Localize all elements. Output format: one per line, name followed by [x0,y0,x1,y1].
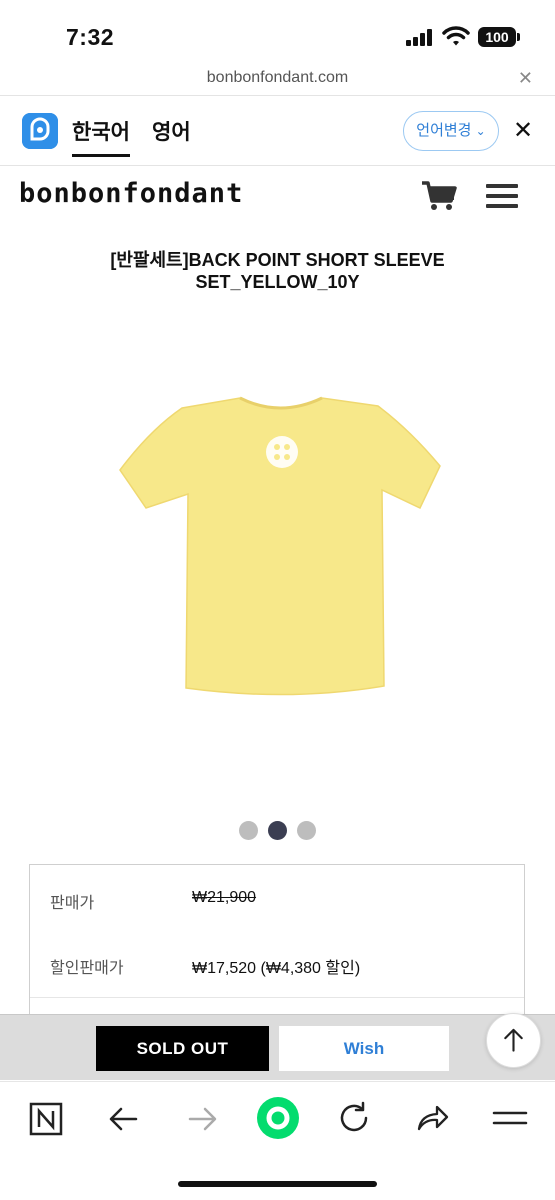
carousel-dot[interactable] [297,821,316,840]
carousel-dot[interactable] [239,821,258,840]
menu-icon[interactable] [490,1098,530,1138]
chevron-down-icon: ⌄ [475,124,486,138]
wish-button[interactable]: Wish [279,1026,449,1071]
site-logo[interactable]: bonbonfondant [19,178,243,209]
close-icon[interactable]: ✕ [518,68,533,89]
discount-price-label: 할인판매가 [50,960,124,977]
battery-icon: 100 [478,27,516,47]
translate-bar: 한국어 영어 언어변경 ⌄ ✕ [0,96,555,166]
browser-toolbar [0,1081,555,1200]
sale-price-value: ₩21,900 [192,889,257,906]
product-image[interactable] [110,390,450,730]
carousel-dots [239,821,319,841]
url-bar[interactable]: bonbonfondant.com ✕ [0,64,555,96]
discount-price-value: ₩17,520 (₩4,380 할인) [192,960,361,977]
buy-bar: SOLD OUT Wish [0,1014,555,1080]
divider [30,997,524,998]
cart-icon[interactable] [420,180,458,212]
carousel-dot-active[interactable] [268,821,287,840]
wifi-icon [442,26,470,46]
url-text[interactable]: bonbonfondant.com [0,69,555,87]
battery-tip [517,33,520,41]
forward-arrow-icon[interactable] [182,1098,222,1138]
tab-korean[interactable]: 한국어 [72,116,130,157]
language-change-label: 언어변경 [416,122,472,139]
status-time: 7:32 [66,24,115,50]
sold-out-button[interactable]: SOLD OUT [96,1026,269,1071]
reload-icon[interactable] [334,1098,374,1138]
scroll-to-top-icon[interactable] [486,1013,541,1068]
signal-icon [406,29,434,46]
papago-logo-icon [22,113,58,149]
sale-price-label: 판매가 [50,895,95,912]
product-title: [반팔세트]BACK POINT SHORT SLEEVE SET_YELLOW… [40,249,515,293]
tab-english[interactable]: 영어 [152,116,191,146]
site-header: bonbonfondant [0,166,555,230]
home-green-icon[interactable] [256,1096,300,1140]
product-title-line1: [반팔세트]BACK POINT SHORT SLEEVE [110,250,445,270]
back-arrow-icon[interactable] [104,1098,144,1138]
share-icon[interactable] [412,1098,452,1138]
language-change-button[interactable]: 언어변경 ⌄ [403,111,499,151]
naver-n-icon[interactable] [26,1098,66,1138]
hamburger-menu-icon[interactable] [486,184,518,210]
product-title-line2: SET_YELLOW_10Y [195,272,360,292]
home-indicator [178,1181,377,1187]
status-bar: 7:32 100 [0,0,555,64]
close-icon[interactable]: ✕ [513,116,533,145]
